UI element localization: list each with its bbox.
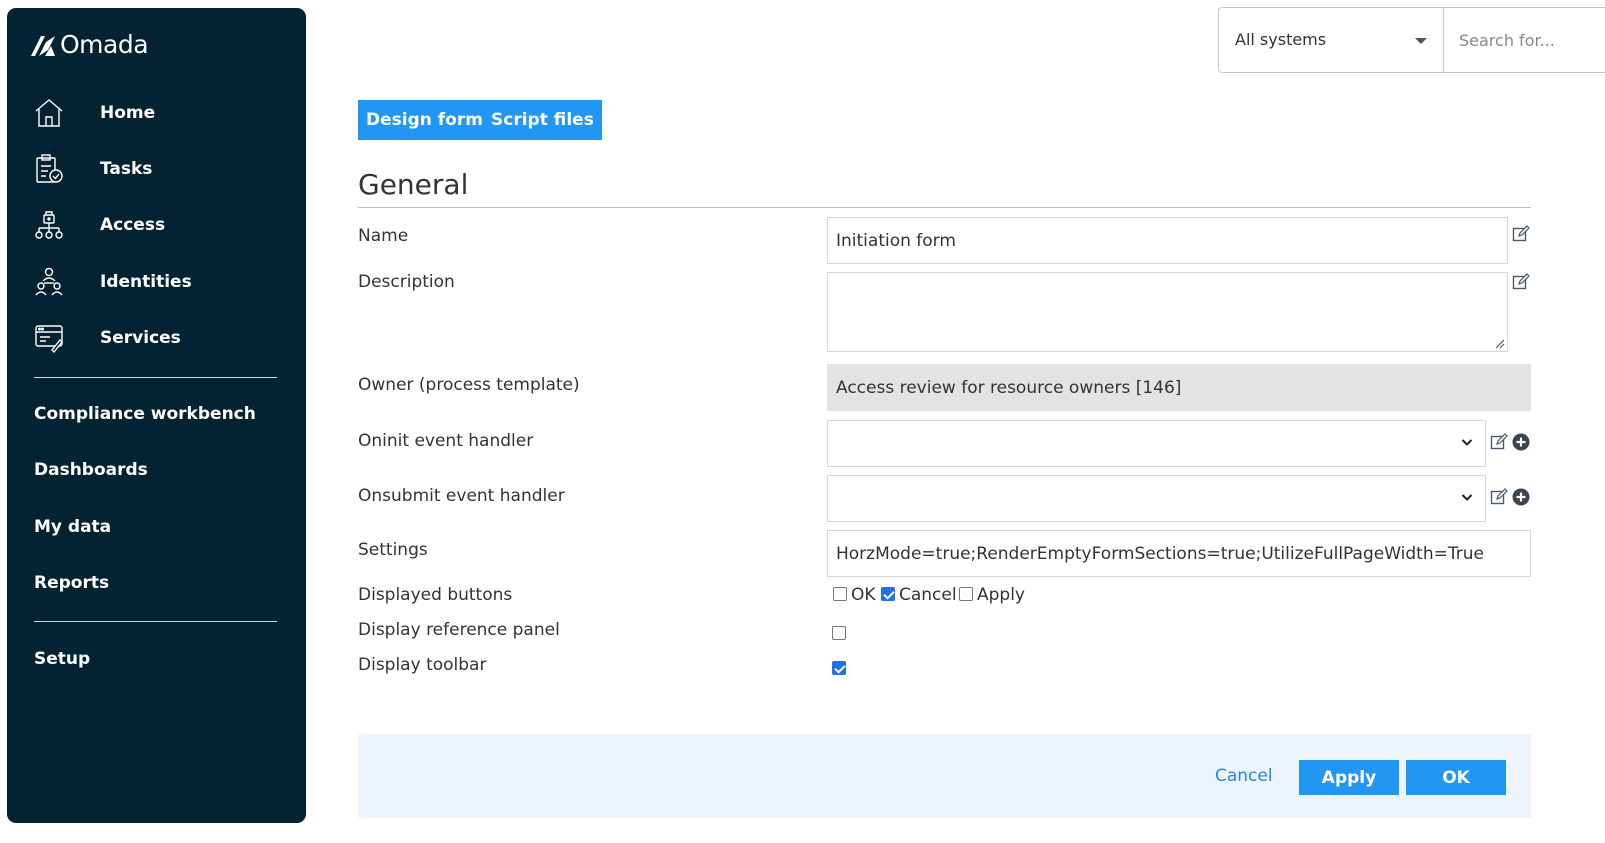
oninit-label: Oninit event handler (358, 431, 534, 451)
script-files-button[interactable]: Script files (483, 100, 602, 140)
reference-panel-checkbox[interactable] (832, 626, 846, 640)
omada-logo-icon (31, 35, 55, 56)
onsubmit-label: Onsubmit event handler (358, 486, 565, 506)
system-select[interactable]: All systems (1219, 8, 1444, 72)
owner-value: Access review for resource owners [146] (836, 377, 1182, 398)
sidebar-link-compliance-workbench[interactable]: Compliance workbench (34, 404, 256, 424)
onsubmit-select[interactable] (827, 475, 1486, 522)
sidebar-divider (34, 621, 277, 622)
section-title: General (358, 168, 469, 201)
reference-panel-label: Display reference panel (358, 620, 560, 640)
sidebar-item-access[interactable]: Access (34, 208, 165, 242)
ok-button[interactable]: OK (1406, 760, 1506, 795)
sidebar-item-label: Identities (100, 272, 192, 292)
access-tree-icon (34, 208, 64, 242)
clipboard-check-icon (34, 152, 64, 186)
services-icon (34, 321, 64, 355)
omada-logo[interactable]: Omada (29, 30, 149, 59)
add-circle-icon[interactable] (1512, 433, 1530, 451)
caret-down-icon (1415, 38, 1427, 44)
sidebar-link-my-data[interactable]: My data (34, 517, 111, 537)
ok-checkbox-label: OK (851, 585, 876, 605)
sidebar-link-reports[interactable]: Reports (34, 573, 109, 593)
settings-input[interactable]: HorzMode=true;RenderEmptyFormSections=tr… (827, 530, 1531, 577)
sidebar-link-dashboards[interactable]: Dashboards (34, 460, 148, 480)
toolbar-label: Display toolbar (358, 655, 487, 675)
name-input[interactable]: Initiation form (827, 217, 1508, 264)
sidebar-item-label: Services (100, 328, 181, 348)
cancel-button[interactable]: Cancel (1215, 766, 1273, 786)
sidebar: Omada Home Tasks Access Identities Servi… (7, 8, 306, 823)
sidebar-item-tasks[interactable]: Tasks (34, 152, 152, 186)
design-form-button[interactable]: Design form (358, 100, 491, 140)
identities-icon (34, 265, 64, 299)
owner-label: Owner (process template) (358, 375, 580, 395)
cancel-checkbox-label: Cancel (899, 585, 957, 605)
section-divider (358, 207, 1531, 208)
apply-checkbox[interactable] (959, 587, 973, 601)
oninit-select[interactable] (827, 420, 1486, 467)
sidebar-divider (34, 377, 277, 378)
description-label: Description (358, 272, 455, 292)
description-textarea[interactable] (827, 272, 1508, 352)
edit-icon[interactable] (1512, 225, 1530, 243)
settings-value: HorzMode=true;RenderEmptyFormSections=tr… (836, 543, 1484, 564)
sidebar-item-label: Home (100, 103, 156, 123)
name-label: Name (358, 226, 409, 246)
chevron-down-icon (1461, 439, 1473, 446)
system-select-value: All systems (1235, 30, 1327, 49)
sidebar-item-services[interactable]: Services (34, 321, 181, 355)
ok-checkbox[interactable] (833, 587, 847, 601)
edit-icon[interactable] (1512, 273, 1530, 291)
toolbar-checkbox[interactable] (832, 661, 846, 675)
sidebar-item-label: Access (100, 215, 166, 235)
sidebar-item-identities[interactable]: Identities (34, 265, 192, 299)
name-value: Initiation form (836, 230, 956, 251)
sidebar-item-label: Tasks (100, 159, 153, 179)
cancel-checkbox[interactable] (881, 587, 895, 601)
search-input[interactable] (1444, 8, 1605, 72)
apply-checkbox-label: Apply (977, 585, 1025, 605)
apply-button[interactable]: Apply (1299, 760, 1399, 795)
sidebar-link-setup[interactable]: Setup (34, 649, 90, 669)
settings-label: Settings (358, 540, 428, 560)
displayed-buttons-label: Displayed buttons (358, 585, 513, 605)
sidebar-item-home[interactable]: Home (34, 96, 155, 130)
edit-icon[interactable] (1490, 488, 1508, 506)
edit-icon[interactable] (1490, 433, 1508, 451)
resize-grip-icon[interactable] (1493, 337, 1505, 349)
chevron-down-icon (1461, 494, 1473, 501)
logo-text: Omada (60, 30, 149, 59)
home-icon (34, 96, 64, 130)
owner-field: Access review for resource owners [146] (827, 364, 1531, 411)
global-search-bar: All systems (1218, 7, 1605, 73)
add-circle-icon[interactable] (1512, 488, 1530, 506)
